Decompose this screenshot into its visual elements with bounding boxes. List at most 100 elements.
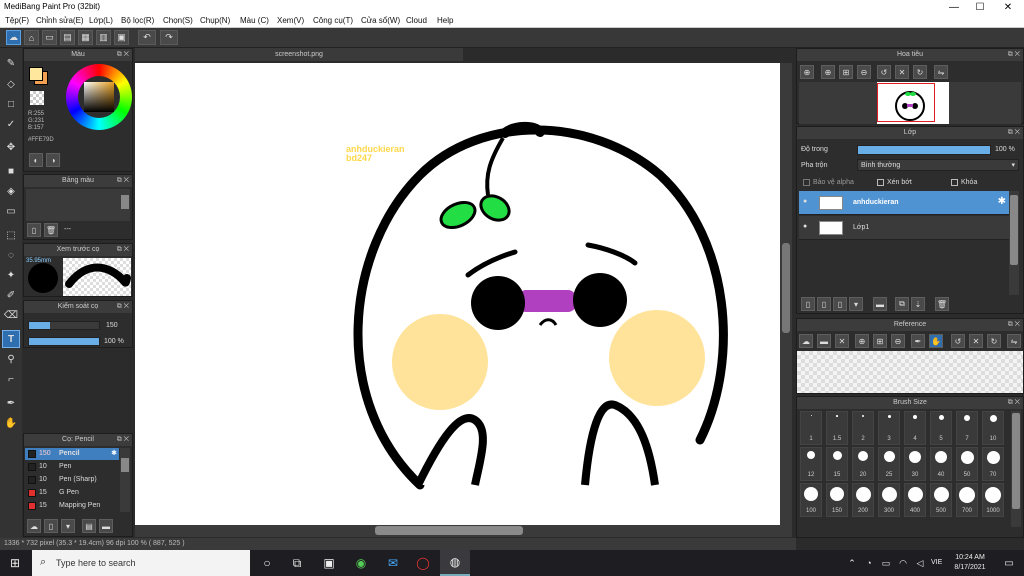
reference-canvas[interactable] <box>797 351 1023 393</box>
color-square[interactable] <box>84 82 114 112</box>
ref-hand-icon[interactable]: ✋ <box>929 334 943 348</box>
layer-folder-icon[interactable]: ▬ <box>873 297 887 311</box>
new-layer-alt-icon[interactable]: ▯ <box>817 297 831 311</box>
grid-icon[interactable]: ▦ <box>78 30 93 45</box>
brush-size-cell[interactable]: 4 <box>904 411 926 445</box>
brush-size-cell[interactable]: 1000 <box>982 483 1004 517</box>
lock-checkbox[interactable]: Khóa <box>951 179 977 186</box>
horizontal-scroll-thumb[interactable] <box>375 526 523 535</box>
volume-icon[interactable]: ◁ <box>913 550 927 576</box>
brush-size-cell[interactable]: 400 <box>904 483 926 517</box>
select-eraser-icon[interactable]: ⌫ <box>2 306 20 324</box>
hand-tool-icon[interactable]: ✋ <box>2 414 20 432</box>
comment-icon[interactable]: ▭ <box>42 30 57 45</box>
panel-close-icon[interactable]: ⧉ ✕ <box>1008 127 1020 139</box>
transparent-swatch[interactable] <box>30 91 44 105</box>
visibility-eye-icon[interactable]: ● <box>803 198 807 205</box>
ref-zoom-in-icon[interactable]: ⊕ <box>855 334 869 348</box>
move-tool-icon[interactable]: ✥ <box>2 138 20 156</box>
rotate-right-icon[interactable]: ↻ <box>913 65 927 79</box>
undo-button[interactable]: ↶ <box>138 30 156 45</box>
gradient-tool-icon[interactable]: ▭ <box>2 202 20 220</box>
panel-close-icon[interactable]: ⧉ ✕ <box>117 301 129 313</box>
ref-flip-icon[interactable]: ⇋ <box>1007 334 1021 348</box>
brush-size-cell[interactable]: 50 <box>956 447 978 481</box>
menu-edit[interactable]: Chỉnh sửa(E) <box>36 16 84 25</box>
rect-tool-icon[interactable]: □ <box>2 95 20 113</box>
brush-size-cell[interactable]: 500 <box>930 483 952 517</box>
menu-select[interactable]: Chọn(S) <box>163 16 193 25</box>
brush-size-cell[interactable]: 15 <box>826 447 848 481</box>
ref-rotate-left-icon[interactable]: ↺ <box>951 334 965 348</box>
visibility-eye-icon[interactable]: ● <box>803 223 807 230</box>
zoom-in-icon[interactable]: ⊕ <box>800 65 814 79</box>
redo-button[interactable]: ↷ <box>160 30 178 45</box>
tray-app-icon[interactable]: ◔ <box>862 550 876 576</box>
text-tool-icon[interactable]: T <box>2 330 20 348</box>
panel-close-icon[interactable]: ⧉ ✕ <box>117 175 129 187</box>
brush-opacity-slider[interactable] <box>28 337 100 346</box>
layout-icon[interactable]: ▣ <box>114 30 129 45</box>
dropper-tool-icon[interactable]: ⌐ <box>2 370 20 388</box>
network-icon[interactable]: ▭ <box>879 550 893 576</box>
brush-list-item[interactable]: 15 G Pen <box>25 487 119 499</box>
brush-size-scrollbar[interactable] <box>1011 411 1021 527</box>
brush-list-item[interactable]: 10 Pen (Sharp) <box>25 474 119 486</box>
menu-cloud[interactable]: Cloud <box>406 16 427 25</box>
eyedropper-icon[interactable]: ✒ <box>2 394 20 412</box>
clock[interactable]: 10:24 AM 8/17/2021 <box>950 553 990 573</box>
navigator-viewport[interactable] <box>877 83 935 122</box>
taskbar-search[interactable]: ⌕ Type here to search <box>32 550 250 576</box>
drawing-canvas[interactable]: anhduckieran bd247 <box>135 63 780 525</box>
bucket-tool-icon[interactable]: ◈ <box>2 182 20 200</box>
brush-size-cell[interactable]: 5 <box>930 411 952 445</box>
mail-icon[interactable]: ✉ <box>378 550 408 576</box>
brush-size-cell[interactable]: 40 <box>930 447 952 481</box>
merge-layer-icon[interactable]: ⇣ <box>911 297 925 311</box>
layer-row[interactable]: ● anhduckieran ✱ <box>799 191 1009 215</box>
windows-start-icon[interactable]: ⊞ <box>0 550 30 576</box>
layer-opacity-slider[interactable] <box>857 145 991 155</box>
color-mode-icon[interactable]: ◐ <box>29 153 43 167</box>
brush-size-cell[interactable]: 150 <box>826 483 848 517</box>
color-picker-icon[interactable]: ◑ <box>46 153 60 167</box>
menu-layer[interactable]: Lớp(L) <box>89 16 113 25</box>
panel-close-icon[interactable]: ⧉ ✕ <box>1008 49 1020 61</box>
brush-size-cell[interactable]: 1 <box>800 411 822 445</box>
operation-tool-icon[interactable]: ⚲ <box>2 350 20 368</box>
tray-chevron-icon[interactable]: ⌃ <box>845 550 859 576</box>
color-wheel[interactable] <box>66 64 132 130</box>
store-icon[interactable]: ▣ <box>314 550 344 576</box>
clipping-checkbox[interactable]: Xén bớt <box>877 179 912 186</box>
brush-list-item[interactable]: 10 Pen <box>25 461 119 473</box>
delete-palette-icon[interactable]: 🗑 <box>44 223 58 237</box>
brush-folder-icon[interactable]: ▬ <box>99 519 113 533</box>
panel-close-icon[interactable]: ⧉ ✕ <box>117 244 129 256</box>
brush-size-cell[interactable]: 3 <box>878 411 900 445</box>
blend-mode-select[interactable]: Bình thường ▾ <box>857 159 1019 171</box>
brush-list-item[interactable]: 150 Pencil ✱ <box>25 448 119 460</box>
maximize-button[interactable]: ☐ <box>966 0 994 14</box>
eraser-tool-icon[interactable]: ◇ <box>2 75 20 93</box>
brush-size-cell[interactable]: 300 <box>878 483 900 517</box>
ref-close-icon[interactable]: ✕ <box>835 334 849 348</box>
menu-file[interactable]: Tệp(F) <box>5 16 29 25</box>
brush-size-cell[interactable]: 10 <box>982 411 1004 445</box>
document-tab[interactable]: screenshot.png <box>135 48 463 61</box>
select-pen-icon[interactable]: ✐ <box>2 286 20 304</box>
ref-cloud-icon[interactable]: ☁ <box>799 334 813 348</box>
cortana-icon[interactable]: ○ <box>252 550 282 576</box>
new-file-icon[interactable]: ⌂ <box>24 30 39 45</box>
delete-layer-icon[interactable]: 🗑 <box>935 297 949 311</box>
flip-icon[interactable]: ⇋ <box>934 65 948 79</box>
language-indicator[interactable]: VIE <box>931 559 942 566</box>
brush-tool-icon[interactable]: ✎ <box>2 54 20 72</box>
navigator-preview[interactable] <box>799 82 1021 124</box>
minimize-button[interactable]: — <box>940 0 968 14</box>
brush-size-cell[interactable]: 200 <box>852 483 874 517</box>
menu-capture[interactable]: Chụp(N) <box>200 16 230 25</box>
layer-add-menu-icon[interactable]: ▾ <box>849 297 863 311</box>
brush-list-scrollbar[interactable] <box>120 448 130 512</box>
zoom-out-icon[interactable]: ⊖ <box>857 65 871 79</box>
fit-icon[interactable]: ⊞ <box>839 65 853 79</box>
